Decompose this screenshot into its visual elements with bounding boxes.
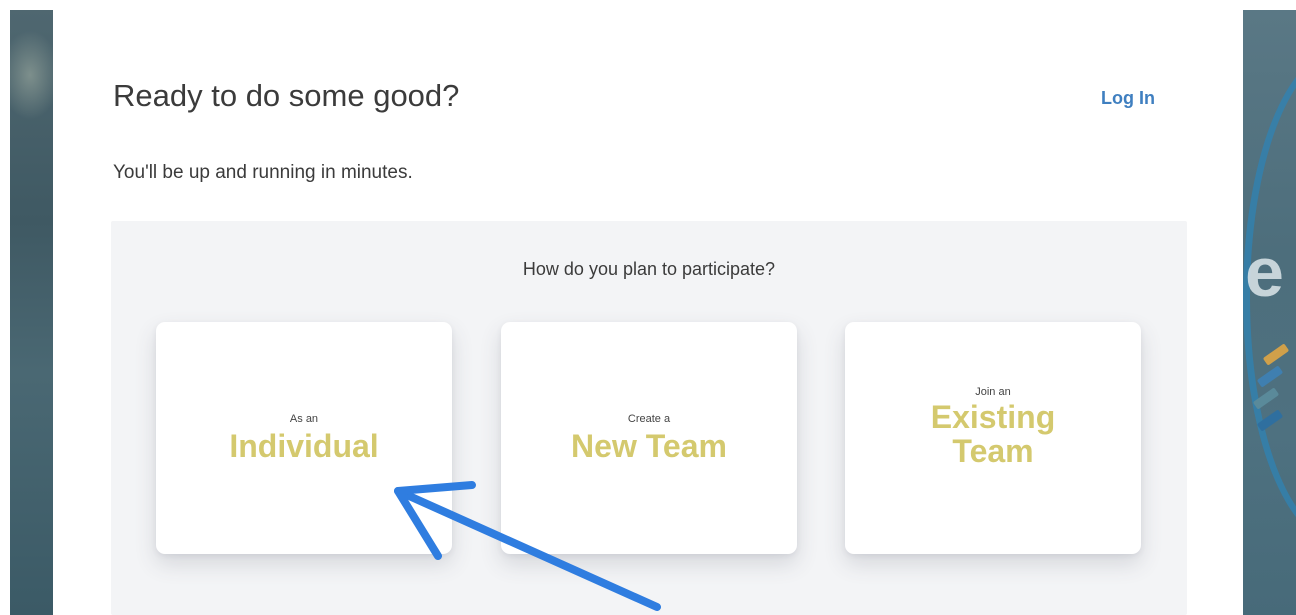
background-left-strip — [10, 10, 53, 615]
option-label-line-1: Existing — [930, 399, 1056, 435]
background-letter: e — [1245, 233, 1284, 311]
individual-option-card[interactable]: As an Individual — [156, 322, 452, 554]
option-label-line-2: Team — [952, 433, 1034, 469]
page-title: Ready to do some good? — [113, 78, 460, 113]
option-label: New Team — [571, 428, 727, 464]
existing-team-option-card[interactable]: Join an Existing Team — [845, 322, 1141, 554]
screenshot-stage: e Ready to do some good? Log In You'll b… — [0, 0, 1296, 615]
participation-question: How do you plan to participate? — [522, 259, 776, 279]
page-subtitle: You'll be up and running in minutes. — [113, 162, 413, 183]
login-link[interactable]: Log In — [1101, 88, 1155, 109]
participation-choice-area: How do you plan to participate? As an In… — [111, 221, 1187, 615]
option-prefix: Join an — [975, 386, 1011, 398]
option-prefix: As an — [289, 413, 319, 425]
option-label: Individual — [229, 428, 379, 464]
background-glow — [10, 30, 53, 120]
signup-panel: Ready to do some good? Log In You'll be … — [53, 10, 1243, 615]
new-team-option-card[interactable]: Create a New Team — [501, 322, 797, 554]
option-prefix: Create a — [627, 413, 671, 425]
background-right-strip: e — [1243, 10, 1296, 615]
